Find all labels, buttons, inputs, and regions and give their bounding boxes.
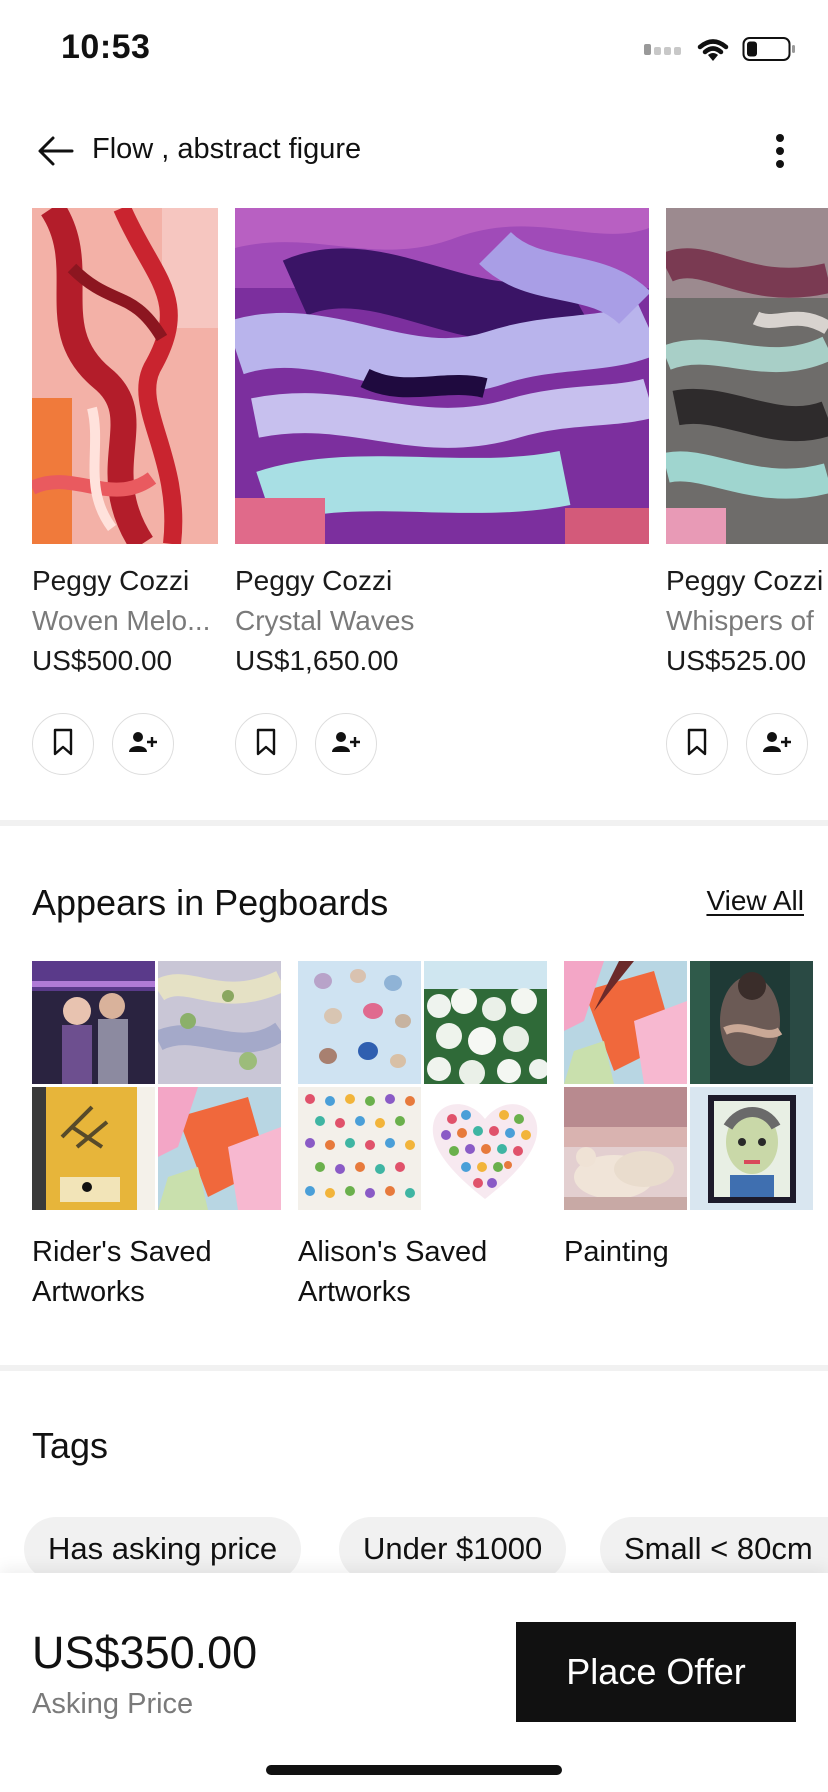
add-user-icon (762, 731, 792, 758)
artwork-title[interactable]: Woven Melo... (32, 605, 218, 637)
follow-artist-button[interactable] (315, 713, 377, 775)
artwork-price: US$525.00 (666, 645, 807, 676)
follow-artist-button[interactable] (746, 713, 808, 775)
tags-heading: Tags (32, 1425, 109, 1466)
thumbnail (158, 961, 281, 1084)
bookmark-icon (255, 728, 277, 761)
follow-artist-button[interactable] (112, 713, 174, 775)
thumbnail (32, 1087, 155, 1210)
thumbnail (158, 1087, 281, 1210)
more-options-icon[interactable] (766, 132, 794, 172)
place-offer-button[interactable]: Place Offer (516, 1622, 796, 1722)
artwork-price: US$500.00 (32, 645, 173, 676)
artwork-image-crystal-waves[interactable] (235, 208, 649, 544)
artwork-artist[interactable]: Peggy Cozzi (235, 565, 625, 597)
save-button[interactable] (235, 713, 297, 775)
thumbnail (564, 1087, 687, 1210)
thumbnail (298, 1087, 421, 1210)
artwork-image-whispers[interactable] (666, 208, 828, 544)
tag-chip[interactable]: Small < 80cm (600, 1517, 828, 1581)
thumbnail (298, 961, 421, 1084)
cellular-signal-icon (644, 42, 684, 61)
asking-price-label: Asking Price (32, 1688, 194, 1720)
bookmark-icon (52, 728, 74, 761)
save-button[interactable] (666, 713, 728, 775)
pegboard-card[interactable]: Alison's Saved Artworks (298, 961, 547, 1312)
pegboard-thumbnails (32, 961, 281, 1210)
pegboard-card[interactable]: Painting (564, 961, 813, 1272)
pegboard-thumbnails (298, 961, 547, 1210)
home-indicator[interactable] (266, 1765, 562, 1775)
battery-icon (742, 36, 796, 67)
thumbnail (424, 1087, 547, 1210)
artwork-title[interactable]: Whispers of (666, 605, 828, 637)
add-user-icon (331, 731, 361, 758)
view-all-link[interactable]: View All (706, 885, 804, 917)
save-button[interactable] (32, 713, 94, 775)
thumbnail (690, 1087, 813, 1210)
status-icons (644, 36, 796, 67)
page-title: Flow , abstract figure (92, 133, 362, 165)
thumbnail (32, 961, 155, 1084)
section-divider (0, 820, 828, 826)
status-time: 10:53 (61, 28, 151, 66)
artwork-artist[interactable]: Peggy Cozzi (666, 565, 828, 597)
pegboard-card[interactable]: Rider's Saved Artworks (32, 961, 281, 1312)
thumbnail (424, 961, 547, 1084)
pegboard-thumbnails (564, 961, 813, 1210)
tag-chip[interactable]: Has asking price (24, 1517, 302, 1581)
artwork-title[interactable]: Crystal Waves (235, 605, 625, 637)
back-arrow-icon[interactable] (36, 134, 76, 168)
tag-chip[interactable]: Under $1000 (339, 1517, 567, 1581)
asking-price-value: US$350.00 (32, 1627, 258, 1678)
artwork-image-woven[interactable] (32, 208, 218, 544)
artwork-price: US$1,650.00 (235, 645, 399, 676)
thumbnail (690, 961, 813, 1084)
wifi-icon (696, 36, 730, 67)
bookmark-icon (686, 728, 708, 761)
artwork-artist[interactable]: Peggy Cozzi (32, 565, 218, 597)
pegboard-label[interactable]: Painting (564, 1232, 813, 1272)
pegboards-heading: Appears in Pegboards (32, 882, 389, 923)
pegboard-label[interactable]: Rider's Saved Artworks (32, 1232, 281, 1312)
section-divider (0, 1365, 828, 1371)
thumbnail (564, 961, 687, 1084)
add-user-icon (128, 731, 158, 758)
pegboard-label[interactable]: Alison's Saved Artworks (298, 1232, 547, 1312)
